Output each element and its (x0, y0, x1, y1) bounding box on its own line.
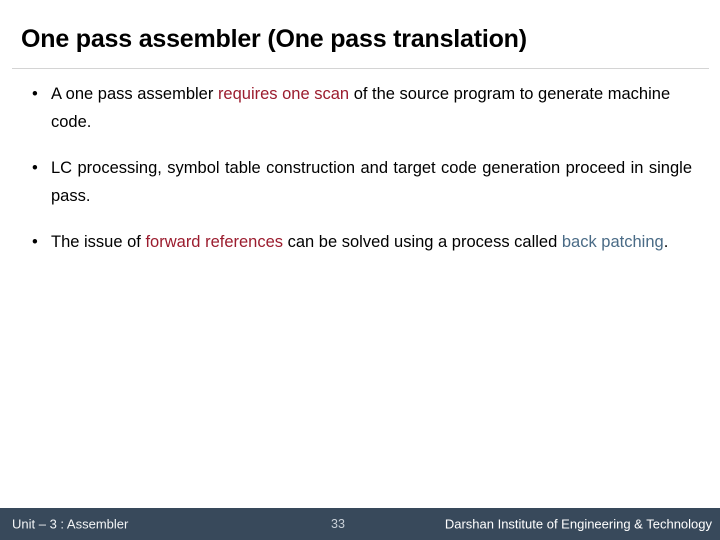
bullet-2-segment-0: LC processing, symbol table construction… (51, 158, 692, 206)
bullet-1-segment-1-highlight: requires one scan (217, 85, 350, 103)
slide-canvas: One pass assembler (One pass translation… (0, 0, 720, 540)
bullet-3-segment-2: can be solved using a process called (283, 232, 562, 251)
bullet-3-segment-4: . (663, 232, 669, 251)
footer-page-number: 33 (331, 517, 345, 531)
bullet-marker-icon: • (32, 85, 38, 103)
bullet-3-segment-3-highlight: back patching (561, 232, 664, 251)
footer-institute-name: Darshan Institute of Engineering & Techn… (444, 516, 712, 532)
bullet-text-3: The issue of forward references can be s… (51, 233, 668, 251)
slide-title-area: One pass assembler (One pass translation… (0, 0, 720, 70)
slide-body: • A one pass assembler requires one scan… (0, 80, 720, 273)
slide-footer: Unit – 3 : Assembler 33 Darshan Institut… (0, 508, 720, 540)
bullet-1-segment-0: A one pass assembler (51, 85, 218, 103)
page-title: One pass assembler (One pass translation… (21, 25, 527, 53)
bullet-marker-icon: • (32, 232, 38, 251)
bullet-text-1: A one pass assembler requires one scan o… (51, 85, 670, 131)
title-divider (12, 68, 709, 69)
list-item: • A one pass assembler requires one scan… (0, 80, 720, 137)
bullet-3-segment-0: The issue of (51, 232, 146, 251)
bullet-marker-icon: • (32, 158, 38, 177)
list-item: • LC processing, symbol table constructi… (0, 154, 720, 211)
bullet-3-segment-1-highlight: forward references (145, 232, 284, 251)
footer-unit-label: Unit – 3 : Assembler (12, 516, 129, 532)
list-item: • The issue of forward references can be… (0, 228, 720, 256)
bullet-text-2: LC processing, symbol table construction… (51, 159, 692, 205)
